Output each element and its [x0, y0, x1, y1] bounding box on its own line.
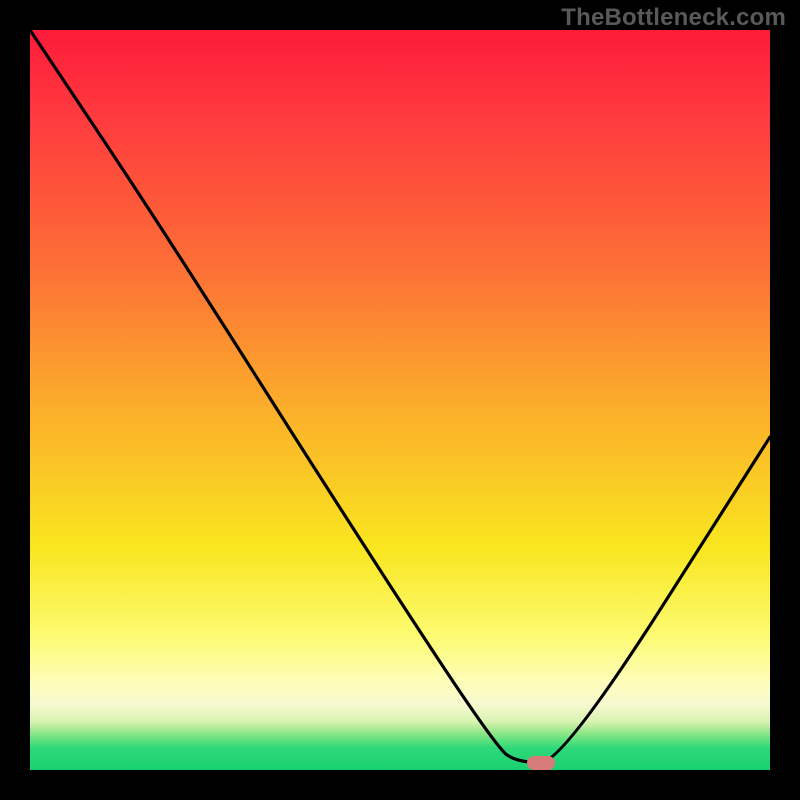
- bottleneck-curve: [30, 30, 770, 770]
- minimum-marker: [527, 756, 555, 770]
- watermark-label: TheBottleneck.com: [561, 4, 786, 32]
- chart-frame: TheBottleneck.com: [0, 0, 800, 800]
- plot-area: [30, 30, 770, 770]
